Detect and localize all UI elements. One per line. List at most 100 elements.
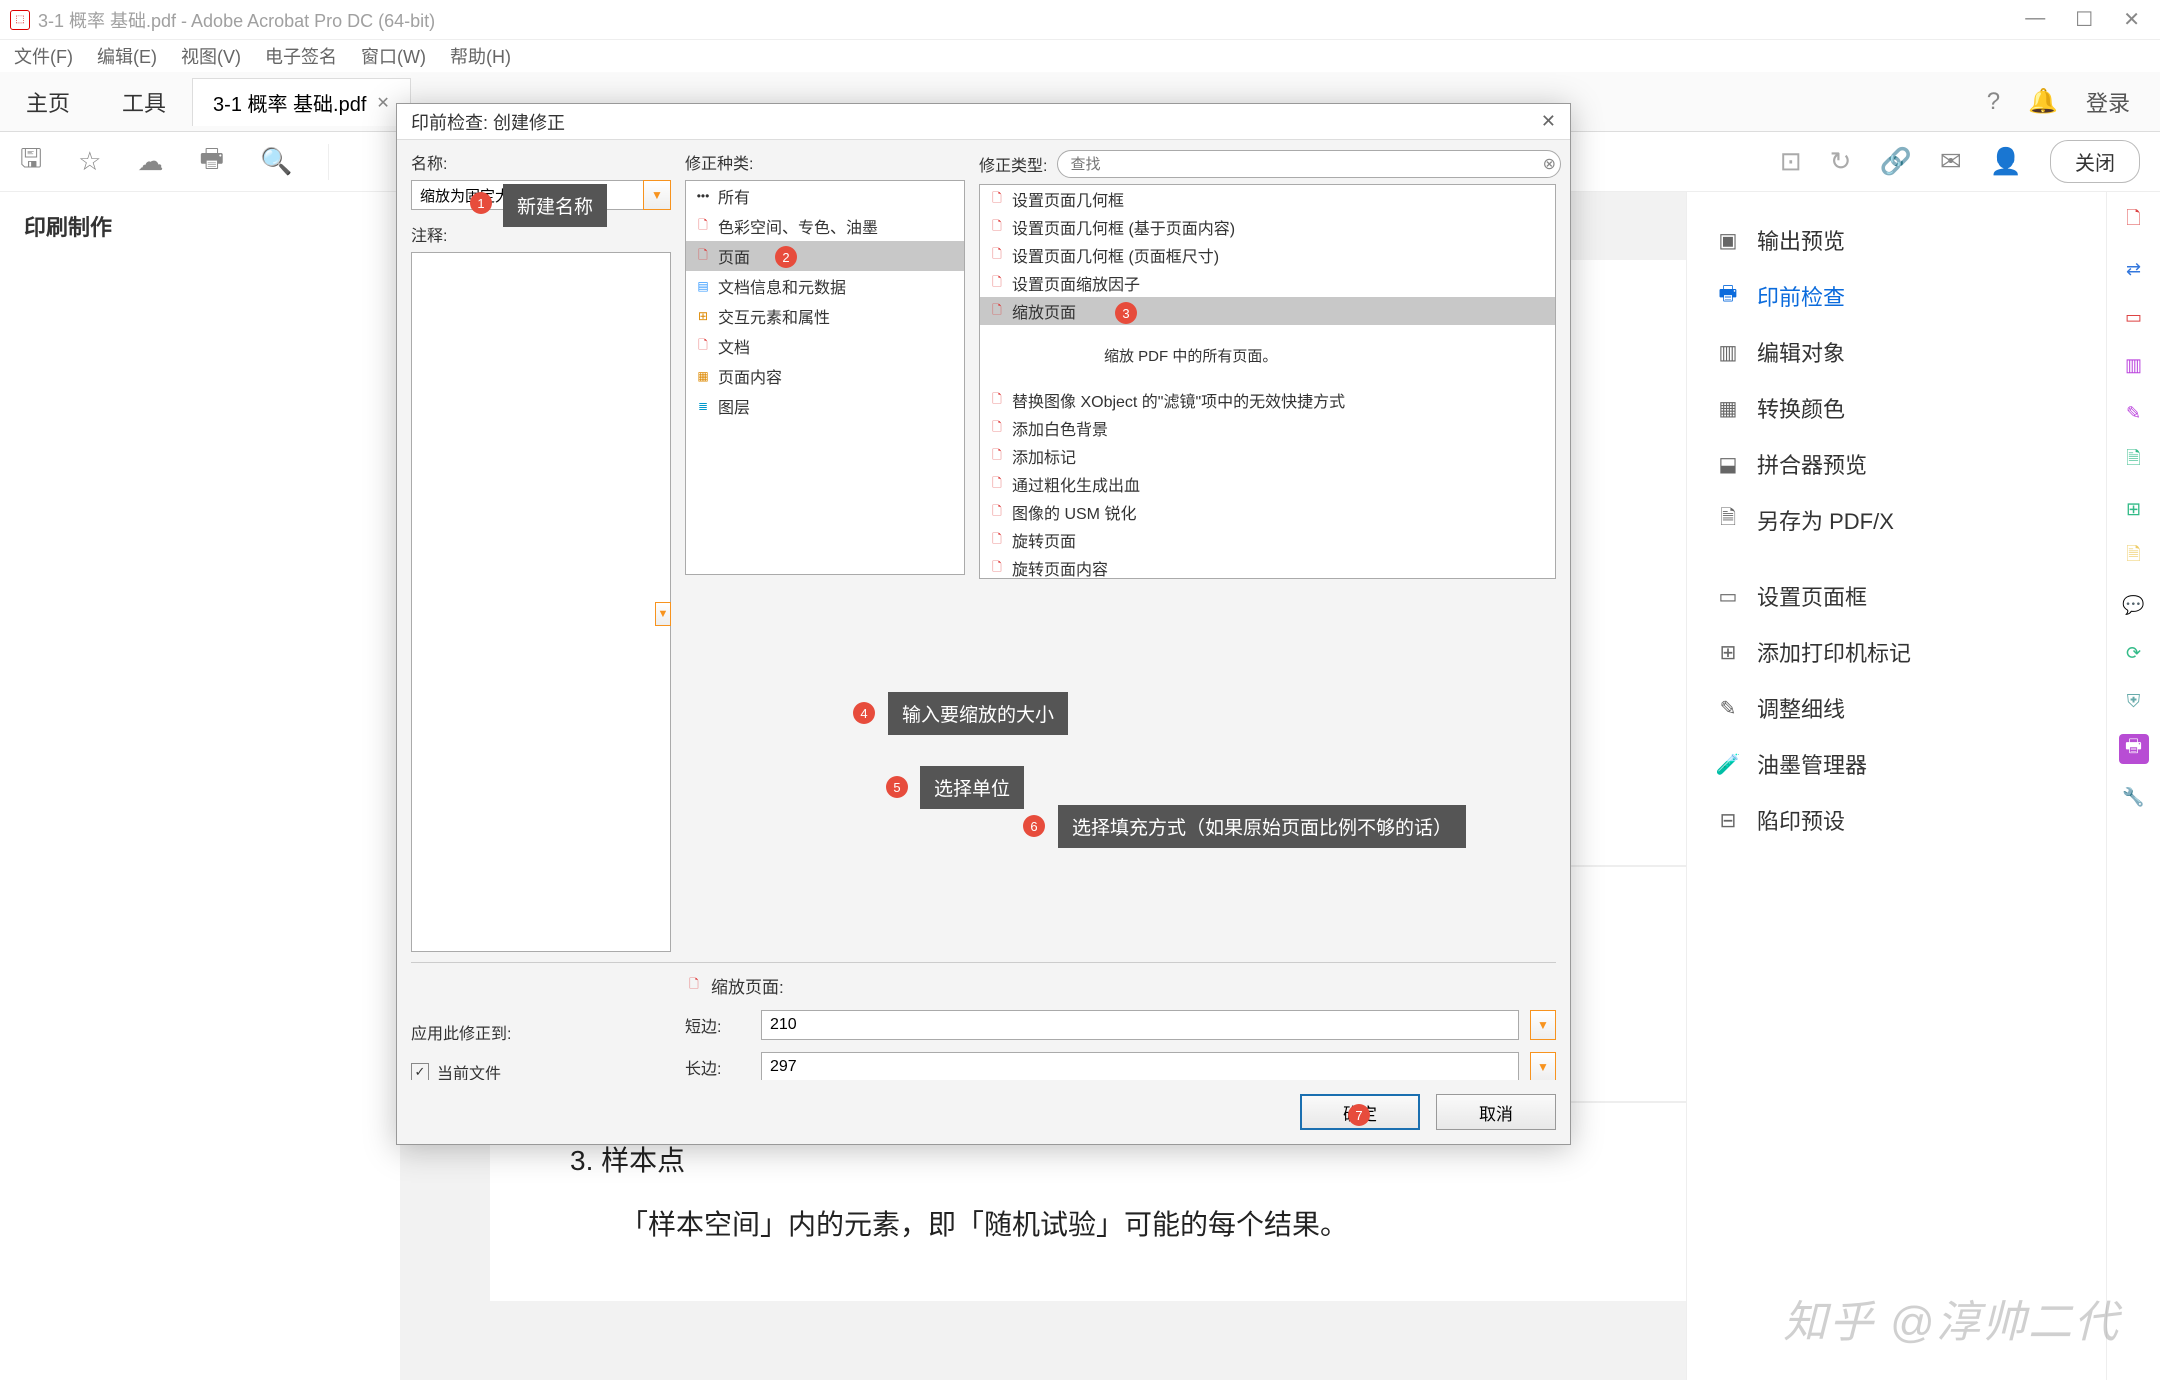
star-icon[interactable]: ☆ <box>78 146 101 177</box>
note-textarea[interactable]: ▼ <box>411 252 671 952</box>
nav-tools[interactable]: 工具 <box>96 72 192 131</box>
edit-icon: ▥ <box>1715 339 1741 365</box>
rail-icon[interactable]: 💬 <box>2119 590 2149 620</box>
rp-page-box[interactable]: ▭设置页面框 <box>1687 568 2106 624</box>
rail-icon[interactable]: ✎ <box>2119 398 2149 428</box>
rp-trap-preset[interactable]: ⊟陷印预设 <box>1687 792 2106 848</box>
dropdown-arrow-icon[interactable]: ▼ <box>643 180 671 210</box>
cloud-upload-icon[interactable]: ☁ <box>137 146 163 177</box>
rp-convert-color[interactable]: ▦转换颜色 <box>1687 380 2106 436</box>
document-tab[interactable]: 3-1 概率 基础.pdf ✕ <box>192 78 411 126</box>
rail-icon-selected[interactable]: 🖶 <box>2119 734 2149 764</box>
type-item[interactable]: 🗋旋转页面 <box>980 526 1555 554</box>
rail-icon[interactable]: ⟳ <box>2119 638 2149 668</box>
kind-item[interactable]: ▦页面内容 <box>686 361 964 391</box>
panel-title: 印刷制作 <box>0 192 400 260</box>
close-window-button[interactable]: ✕ <box>2123 7 2140 32</box>
page-tool-icon[interactable]: ⊡ <box>1780 146 1802 177</box>
mail-icon[interactable]: ✉ <box>1940 146 1962 177</box>
list-item: 3. 样本点 <box>570 1139 1686 1179</box>
tab-close-icon[interactable]: ✕ <box>376 93 389 113</box>
kind-item[interactable]: •••所有 <box>686 181 964 211</box>
maximize-button[interactable]: ☐ <box>2075 7 2093 32</box>
rail-icon[interactable]: 🔧 <box>2119 782 2149 812</box>
list-item: 「样本空间」内的元素，即「随机试验」可能的每个结果。 <box>620 1203 1686 1243</box>
rail-icon[interactable]: 🗋 <box>2119 206 2149 236</box>
clear-search-icon[interactable]: ⊗ <box>1543 154 1556 174</box>
rp-hairline[interactable]: ✎调整细线 <box>1687 680 2106 736</box>
rp-preflight[interactable]: 🖶印前检查 <box>1687 268 2106 324</box>
account-icon[interactable]: 👤 <box>1990 146 2022 177</box>
rail-icon[interactable]: ▥ <box>2119 350 2149 380</box>
print-icon[interactable]: 🖶 <box>199 140 224 184</box>
refresh-icon[interactable]: ↻ <box>1830 146 1852 177</box>
expand-arrow-icon[interactable]: ▼ <box>655 602 671 626</box>
dropdown-arrow-icon[interactable]: ▼ <box>1530 1010 1556 1040</box>
rail-icon[interactable]: ⛨ <box>2119 686 2149 716</box>
help-icon[interactable]: ? <box>1987 88 2000 116</box>
annotation-badge-4: 4 <box>853 702 875 724</box>
rp-printer-marks[interactable]: ⊞添加打印机标记 <box>1687 624 2106 680</box>
annotation-badge-5: 5 <box>886 776 908 798</box>
long-edge-input[interactable] <box>761 1052 1519 1080</box>
pdf-icon: 🗋 <box>685 977 703 995</box>
kind-item[interactable]: ⊞交互元素和属性 <box>686 301 964 331</box>
bell-icon[interactable]: 🔔 <box>2028 87 2058 116</box>
rail-icon[interactable]: ▭ <box>2119 302 2149 332</box>
rp-flattener[interactable]: ⬓拼合器预览 <box>1687 436 2106 492</box>
search-icon[interactable]: 🔍 <box>260 146 292 177</box>
chk-current-file[interactable]: ✓当前文件 <box>411 1060 671 1080</box>
rp-edit-object[interactable]: ▥编辑对象 <box>1687 324 2106 380</box>
type-item[interactable]: 🗋通过粗化生成出血 <box>980 470 1555 498</box>
kind-item[interactable]: ▤文档信息和元数据 <box>686 271 964 301</box>
save-icon[interactable]: 🖫 <box>20 140 42 184</box>
menu-file[interactable]: 文件(F) <box>14 43 73 69</box>
type-item[interactable]: 🗋添加白色背景 <box>980 414 1555 442</box>
rp-save-pdfx[interactable]: 🗎另存为 PDF/X <box>1687 492 2106 548</box>
annotation-callout-1: 新建名称 <box>503 184 607 227</box>
type-item[interactable]: 🗋设置页面几何框 (基于页面内容) <box>980 213 1555 241</box>
type-item-selected[interactable]: 🗋缩放页面 <box>980 297 1555 325</box>
menu-esign[interactable]: 电子签名 <box>265 43 337 69</box>
type-list[interactable]: 🗋设置页面几何框 🗋设置页面几何框 (基于页面内容) 🗋设置页面几何框 (页面框… <box>979 184 1556 579</box>
rail-icon[interactable]: 🗎 <box>2119 446 2149 476</box>
cancel-button[interactable]: 取消 <box>1436 1094 1556 1130</box>
short-edge-input[interactable] <box>761 1010 1519 1040</box>
kind-list[interactable]: •••所有 🗋色彩空间、专色、油墨 🗋页面 ▤文档信息和元数据 ⊞交互元素和属性… <box>685 180 965 575</box>
tool-rail: 🗋 ⇄ ▭ ▥ ✎ 🗎 ⊞ 🗎 💬 ⟳ ⛨ 🖶 🔧 <box>2106 192 2160 1380</box>
menu-window[interactable]: 窗口(W) <box>361 43 426 69</box>
search-input[interactable] <box>1057 150 1560 178</box>
kind-item[interactable]: 🗋文档 <box>686 331 964 361</box>
kind-item[interactable]: ≣图层 <box>686 391 964 421</box>
type-item[interactable]: 🗋添加标记 <box>980 442 1555 470</box>
menu-help[interactable]: 帮助(H) <box>450 43 511 69</box>
rp-output-preview[interactable]: ▣输出预览 <box>1687 212 2106 268</box>
login-link[interactable]: 登录 <box>2086 86 2130 118</box>
rail-icon[interactable]: ⇄ <box>2119 254 2149 284</box>
type-item[interactable]: 🗋旋转页面内容 <box>980 554 1555 579</box>
rail-icon[interactable]: 🗎 <box>2119 542 2149 572</box>
type-item[interactable]: 🗋图像的 USM 锐化 <box>980 498 1555 526</box>
menubar: 文件(F) 编辑(E) 视图(V) 电子签名 窗口(W) 帮助(H) <box>0 40 2160 72</box>
type-item[interactable]: 🗋设置页面几何框 (页面框尺寸) <box>980 241 1555 269</box>
link-icon[interactable]: 🔗 <box>1879 146 1911 177</box>
type-item[interactable]: 🗋设置页面缩放因子 <box>980 269 1555 297</box>
long-edge-label: 长边: <box>685 1055 749 1079</box>
pdfx-icon: 🗎 <box>1715 507 1741 533</box>
rail-icon[interactable]: ⊞ <box>2119 494 2149 524</box>
dropdown-arrow-icon[interactable]: ▼ <box>1530 1052 1556 1080</box>
dialog-close-icon[interactable]: ✕ <box>1541 111 1556 132</box>
marks-icon: ⊞ <box>1715 639 1741 665</box>
window-title: 3-1 概率 基础.pdf - Adobe Acrobat Pro DC (64… <box>38 7 435 33</box>
kind-item[interactable]: 🗋色彩空间、专色、油墨 <box>686 211 964 241</box>
minimize-button[interactable]: — <box>2025 7 2045 32</box>
annotation-callout-6: 选择填充方式（如果原始页面比例不够的话） <box>1058 805 1466 848</box>
menu-edit[interactable]: 编辑(E) <box>97 43 157 69</box>
kind-item-selected[interactable]: 🗋页面 <box>686 241 964 271</box>
type-item[interactable]: 🗋设置页面几何框 <box>980 185 1555 213</box>
close-panel-button[interactable]: 关闭 <box>2050 140 2140 183</box>
nav-home[interactable]: 主页 <box>0 72 96 131</box>
type-item[interactable]: 🗋替换图像 XObject 的"滤镜"项中的无效快捷方式 <box>980 386 1555 414</box>
menu-view[interactable]: 视图(V) <box>181 43 241 69</box>
rp-ink-manager[interactable]: 🧪油墨管理器 <box>1687 736 2106 792</box>
